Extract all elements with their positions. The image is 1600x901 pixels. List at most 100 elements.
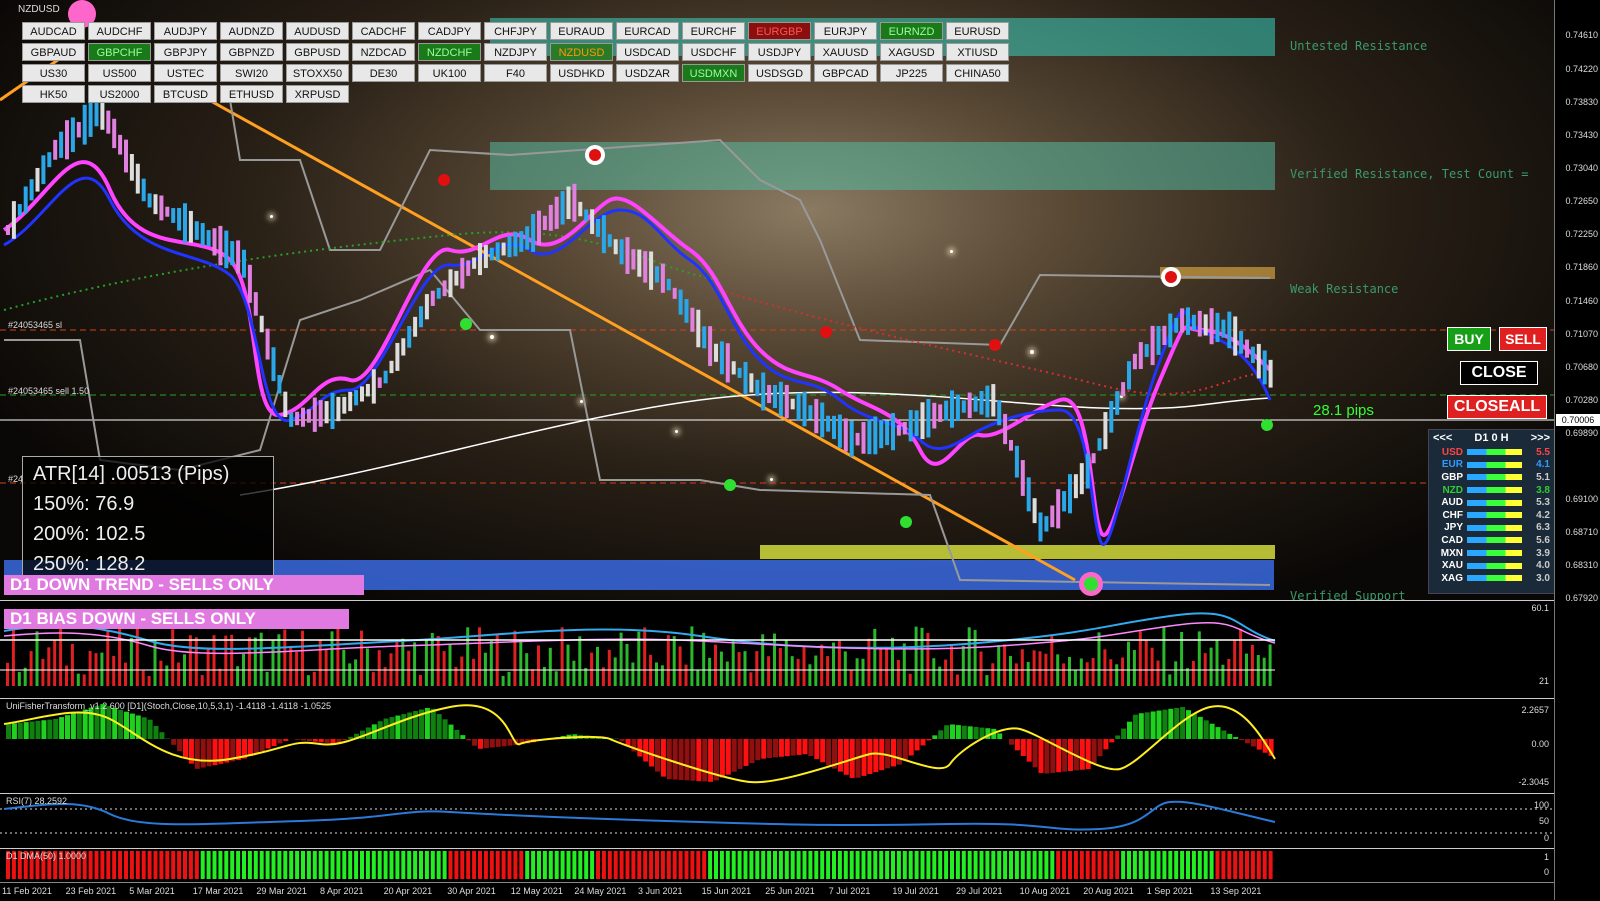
volume-bar [1174, 661, 1177, 686]
price-axis-label: 0.71460 [1565, 296, 1598, 306]
fisher-bar [478, 739, 483, 749]
symbol-button-cadjpy[interactable]: CADJPY [418, 22, 481, 40]
symbol-button-jp225[interactable]: JP225 [880, 64, 943, 82]
volume-bar [661, 665, 664, 686]
symbol-button-usdsgd[interactable]: USDSGD [748, 64, 811, 82]
symbol-button-gbpjpy[interactable]: GBPJPY [154, 43, 217, 61]
symbol-button-cadchf[interactable]: CADCHF [352, 22, 415, 40]
volume-bar [53, 640, 56, 686]
candle [950, 390, 954, 427]
fisher-bar [1021, 739, 1026, 756]
strength-row: CAD5.6 [1429, 534, 1554, 547]
dma-bar [313, 851, 317, 879]
symbol-button-swi20[interactable]: SWI20 [220, 64, 283, 82]
volume-bar [673, 636, 676, 686]
date-axis-label: 11 Feb 2021 [2, 886, 52, 896]
symbol-button-gbpaud[interactable]: GBPAUD [22, 43, 85, 61]
symbol-button-nzdchf[interactable]: NZDCHF [418, 43, 481, 61]
dma-bar [1257, 851, 1261, 879]
symbol-button-gbpcad[interactable]: GBPCAD [814, 64, 877, 82]
closeall-button[interactable]: CLOSEALL [1447, 395, 1547, 419]
symbol-button-us2000[interactable]: US2000 [88, 85, 151, 103]
symbol-button-ustec[interactable]: USTEC [154, 64, 217, 82]
dma-bar [549, 851, 553, 879]
volume-bar [643, 627, 646, 686]
strength-currency: GBP [1429, 472, 1467, 483]
candle [378, 377, 382, 388]
close-button[interactable]: CLOSE [1460, 361, 1538, 385]
symbol-button-de30[interactable]: DE30 [352, 64, 415, 82]
candle [537, 211, 541, 245]
candle [1139, 342, 1143, 369]
symbol-button-audusd[interactable]: AUDUSD [286, 22, 349, 40]
strength-currency: MXN [1429, 548, 1467, 559]
symbol-button-eurchf[interactable]: EURCHF [682, 22, 745, 40]
symbol-button-audchf[interactable]: AUDCHF [88, 22, 151, 40]
symbol-button-xrpusd[interactable]: XRPUSD [286, 85, 349, 103]
price-chart[interactable]: NZDUSD AUDCADAUDCHFAUDJPYAUDNZDAUDUSDCAD… [0, 0, 1555, 600]
symbol-button-eurjpy[interactable]: EURJPY [814, 22, 877, 40]
symbol-button-usdmxn[interactable]: USDMXN [682, 64, 745, 82]
candle [572, 184, 576, 222]
symbol-button-eurcad[interactable]: EURCAD [616, 22, 679, 40]
dma-bar [873, 851, 877, 879]
symbol-button-usdzar[interactable]: USDZAR [616, 64, 679, 82]
symbol-button-eurusd[interactable]: EURUSD [946, 22, 1009, 40]
candle [331, 393, 335, 429]
rsi-panel-drawing [0, 794, 1555, 849]
symbol-button-gbpnzd[interactable]: GBPNZD [220, 43, 283, 61]
symbol-button-ethusd[interactable]: ETHUSD [220, 85, 283, 103]
symbol-button-xauusd[interactable]: XAUUSD [814, 43, 877, 61]
symbol-button-audjpy[interactable]: AUDJPY [154, 22, 217, 40]
symbol-button-btcusd[interactable]: BTCUSD [154, 85, 217, 103]
fisher-bar [1092, 739, 1097, 763]
fisher-bar [643, 739, 648, 762]
channel-line-upper [230, 100, 1270, 345]
symbol-button-nzdusd[interactable]: NZDUSD [550, 43, 613, 61]
candle [708, 326, 712, 366]
strength-value: 3.0 [1522, 573, 1550, 584]
symbol-button-nzdcad[interactable]: NZDCAD [352, 43, 415, 61]
strength-bar [1467, 474, 1522, 480]
symbol-button-euraud[interactable]: EURAUD [550, 22, 613, 40]
symbol-button-chfjpy[interactable]: CHFJPY [484, 22, 547, 40]
currency-strength-panel: <<< D1 0 H >>> USD5.5EUR4.1GBP5.1NZD3.8A… [1428, 429, 1555, 594]
sell-button[interactable]: SELL [1499, 327, 1547, 351]
symbol-button-audnzd[interactable]: AUDNZD [220, 22, 283, 40]
candle [59, 132, 63, 158]
fisher-bar [808, 739, 813, 756]
symbol-button-us500[interactable]: US500 [88, 64, 151, 82]
strength-next-button[interactable]: >>> [1531, 432, 1550, 444]
symbol-button-hk50[interactable]: HK50 [22, 85, 85, 103]
symbol-button-usdchf[interactable]: USDCHF [682, 43, 745, 61]
buy-button[interactable]: BUY [1447, 327, 1491, 351]
dma-bar [1003, 851, 1007, 879]
symbol-button-usdhkd[interactable]: USDHKD [550, 64, 613, 82]
symbol-button-audcad[interactable]: AUDCAD [22, 22, 85, 40]
strength-prev-button[interactable]: <<< [1433, 432, 1452, 444]
symbol-button-gbpchf[interactable]: GBPCHF [88, 43, 151, 61]
date-axis-label: 7 Jul 2021 [829, 886, 871, 896]
symbol-button-stoxx50[interactable]: STOXX50 [286, 64, 349, 82]
symbol-button-f40[interactable]: F40 [484, 64, 547, 82]
symbol-button-nzdjpy[interactable]: NZDJPY [484, 43, 547, 61]
volume-bar [65, 666, 68, 686]
symbol-button-us30[interactable]: US30 [22, 64, 85, 82]
symbol-button-xtiusd[interactable]: XTIUSD [946, 43, 1009, 61]
symbol-button-gbpusd[interactable]: GBPUSD [286, 43, 349, 61]
volume-bar [449, 644, 452, 686]
symbol-button-eurgbp[interactable]: EURGBP [748, 22, 811, 40]
symbol-button-eurnzd[interactable]: EURNZD [880, 22, 943, 40]
dma-bar [667, 851, 671, 879]
symbol-button-uk100[interactable]: UK100 [418, 64, 481, 82]
symbol-button-usdjpy[interactable]: USDJPY [748, 43, 811, 61]
symbol-button-usdcad[interactable]: USDCAD [616, 43, 679, 61]
date-axis-label: 24 May 2021 [574, 886, 626, 896]
symbol-button-xagusd[interactable]: XAGUSD [880, 43, 943, 61]
dma-bar [266, 851, 270, 879]
dma-bar [909, 851, 913, 879]
volume-bar [732, 639, 735, 686]
symbol-button-china50[interactable]: CHINA50 [946, 64, 1009, 82]
dma-bar [1103, 851, 1107, 879]
candle [112, 119, 116, 148]
